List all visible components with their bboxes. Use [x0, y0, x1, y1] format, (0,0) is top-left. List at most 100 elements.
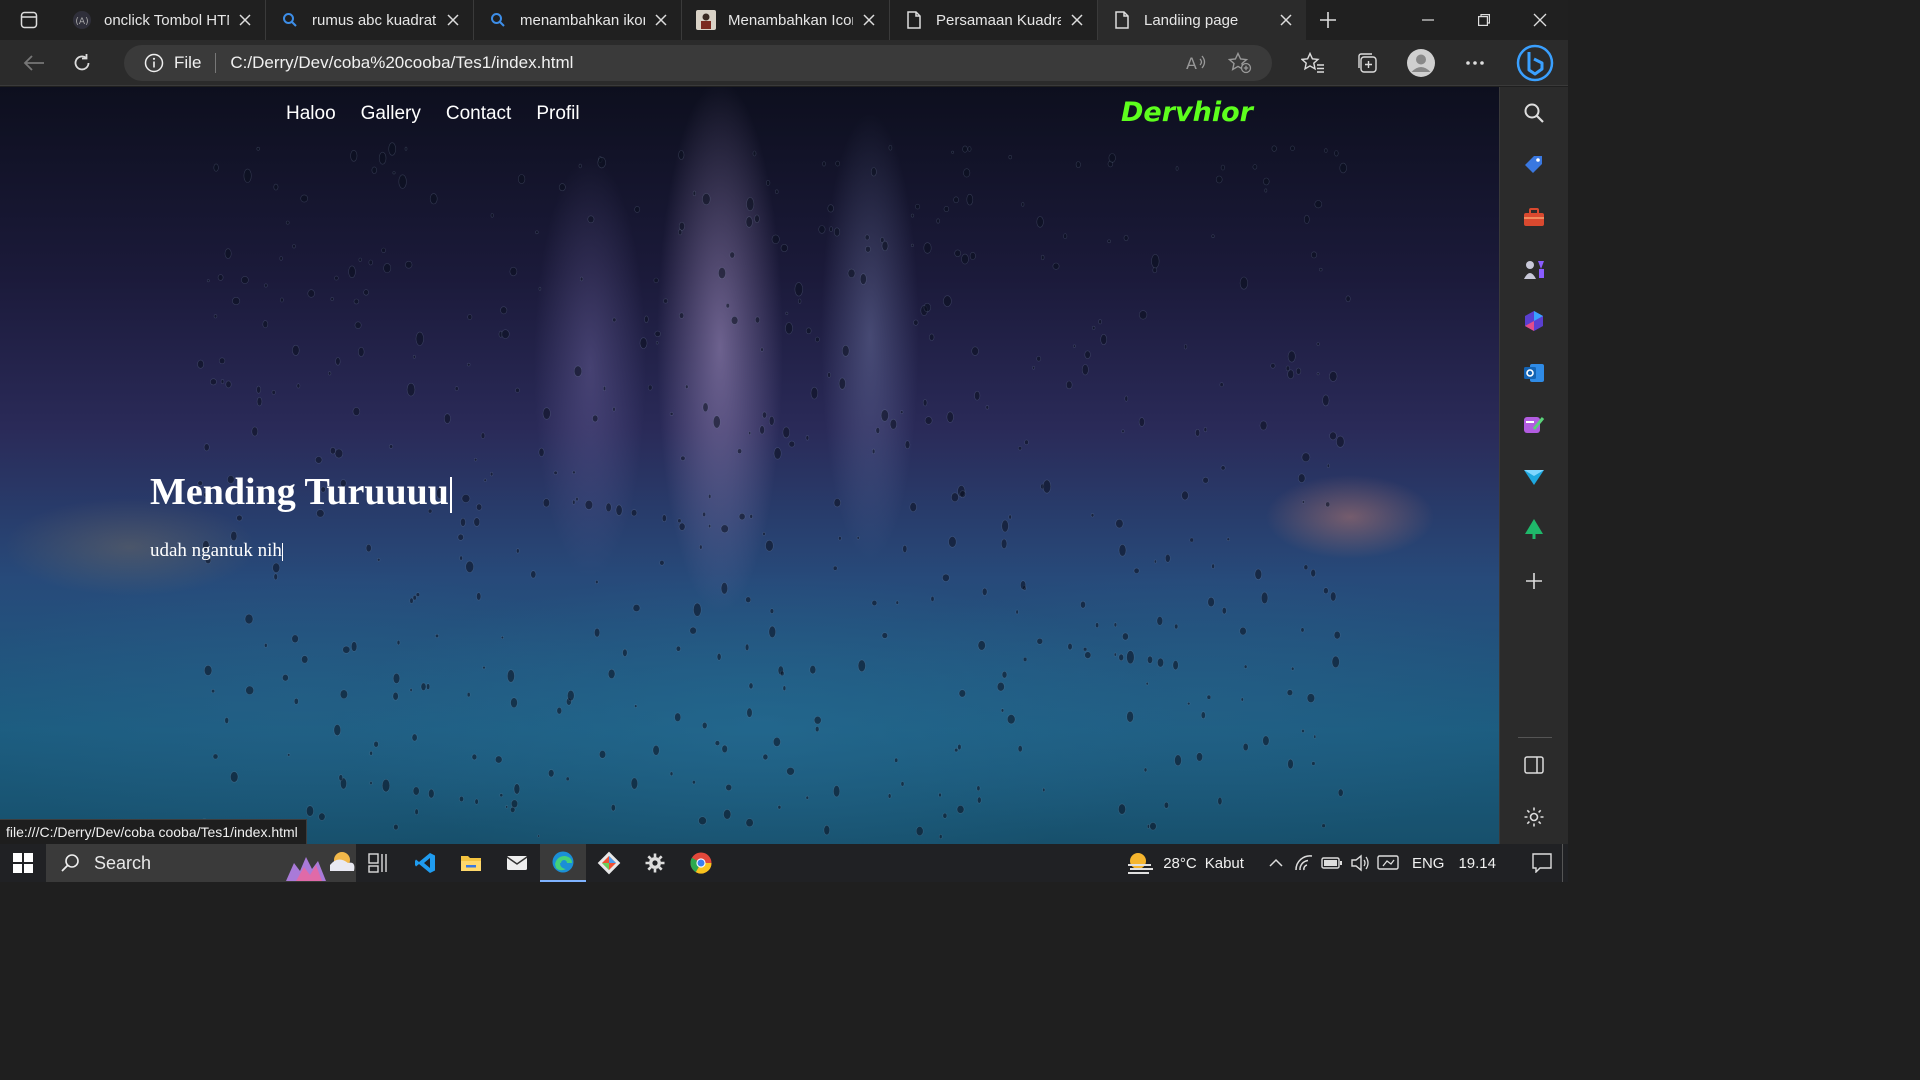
weather-widget[interactable]: 28°C Kabut: [1125, 850, 1244, 876]
windows-taskbar: Search 28°C Kabut ENG 19.14: [0, 844, 1568, 882]
url-text[interactable]: C:/Derry/Dev/coba%20cooba/Tes1/index.htm…: [230, 53, 573, 73]
rain-drop: [1040, 254, 1045, 261]
show-hidden-icons-button[interactable]: [1262, 858, 1290, 868]
rain-drop: [500, 306, 508, 315]
rain-drop: [467, 314, 473, 320]
rain-drop: [913, 319, 919, 326]
rain-drop: [612, 317, 617, 323]
nav-link-profil[interactable]: Profil: [536, 103, 579, 125]
volume-button[interactable]: [1346, 854, 1374, 872]
tab-rumus-abc[interactable]: rumus abc kuadrat: [266, 0, 474, 40]
rain-drop: [1174, 754, 1182, 767]
settings-more-button[interactable]: [1448, 43, 1502, 83]
scheme-label: File: [174, 53, 202, 72]
info-icon[interactable]: [144, 53, 164, 73]
sidebar-tools-button[interactable]: [1514, 197, 1554, 237]
sidebar-outlook-button[interactable]: [1514, 353, 1554, 393]
windows-logo-icon: [13, 853, 33, 873]
tab-menambahkan-icon[interactable]: Menambahkan Icon: [682, 0, 890, 40]
taskbar-app-edge[interactable]: [540, 844, 586, 882]
rain-drop: [976, 785, 981, 792]
taskbar-app-git[interactable]: [586, 844, 632, 882]
rain-drop: [473, 517, 481, 527]
sidebar-settings-button[interactable]: [1514, 797, 1554, 837]
sidebar-add-button[interactable]: [1514, 561, 1554, 601]
minimize-button[interactable]: [1400, 0, 1456, 40]
rain-drop: [924, 416, 933, 425]
close-window-button[interactable]: [1512, 0, 1568, 40]
rain-drop: [378, 151, 387, 165]
display-button[interactable]: [1374, 854, 1402, 872]
taskbar-app-settings[interactable]: [632, 844, 678, 882]
nav-link-contact[interactable]: Contact: [446, 103, 511, 125]
task-view-button[interactable]: [356, 844, 402, 882]
sidebar-games-button[interactable]: [1514, 249, 1554, 289]
rain-drop: [881, 632, 888, 639]
sidebar-tree-button[interactable]: [1514, 509, 1554, 549]
sidebar-m365-button[interactable]: [1514, 301, 1554, 341]
restore-button[interactable]: [1456, 0, 1512, 40]
close-icon[interactable]: [1276, 10, 1296, 30]
rain-drop: [1052, 262, 1060, 270]
tab-menambahkan-ikon[interactable]: menambahkan ikon: [474, 0, 682, 40]
rain-drop: [342, 645, 351, 654]
collections-button[interactable]: [1340, 43, 1394, 83]
show-desktop-strip[interactable]: [1562, 844, 1568, 882]
close-icon[interactable]: [443, 10, 463, 30]
notifications-button[interactable]: [1522, 853, 1562, 873]
tab-persamaan-kuadrat[interactable]: Persamaan Kuadrat: [890, 0, 1098, 40]
rain-drop: [809, 665, 817, 675]
language-indicator[interactable]: ENG: [1412, 855, 1445, 872]
battery-button[interactable]: [1318, 856, 1346, 870]
address-bar[interactable]: File C:/Derry/Dev/coba%20cooba/Tes1/inde…: [124, 45, 1272, 81]
search-icon: [488, 10, 508, 30]
tab-onclick-tombol[interactable]: (A) onclick Tombol HTM: [58, 0, 266, 40]
rain-drop: [515, 387, 520, 393]
profile-button[interactable]: [1394, 43, 1448, 83]
nav-link-gallery[interactable]: Gallery: [361, 103, 421, 125]
read-aloud-button[interactable]: A: [1174, 45, 1218, 81]
bing-copilot-button[interactable]: [1502, 43, 1568, 83]
site-logo[interactable]: Dervhior: [1121, 97, 1253, 128]
rain-drop: [1260, 591, 1269, 605]
new-tab-button[interactable]: [1306, 0, 1350, 40]
close-icon[interactable]: [235, 10, 255, 30]
rain-drop: [296, 383, 301, 389]
sidebar-designer-button[interactable]: [1514, 405, 1554, 445]
rain-drop: [1095, 622, 1100, 629]
start-button[interactable]: [0, 844, 46, 882]
taskbar-search[interactable]: Search: [46, 844, 356, 882]
rain-drop: [1080, 600, 1086, 609]
favorites-button[interactable]: [1286, 43, 1340, 83]
tab-actions-button[interactable]: [0, 0, 58, 40]
add-favorite-button[interactable]: [1218, 45, 1262, 81]
rain-drop: [1183, 344, 1188, 350]
rain-drop: [377, 558, 381, 562]
nav-link-haloo[interactable]: Haloo: [286, 103, 336, 125]
taskbar-app-mail[interactable]: [494, 844, 540, 882]
sidebar-search-button[interactable]: [1514, 93, 1554, 133]
rain-drop: [567, 689, 575, 702]
close-icon[interactable]: [1067, 10, 1087, 30]
close-icon[interactable]: [651, 10, 671, 30]
sidebar-split-screen-button[interactable]: [1514, 745, 1554, 785]
rain-drop: [392, 171, 396, 175]
rain-drop: [754, 214, 760, 224]
network-button[interactable]: [1290, 854, 1318, 872]
tab-landiing-page[interactable]: Landiing page: [1098, 0, 1306, 40]
refresh-button[interactable]: [58, 43, 106, 83]
sidebar-drop-button[interactable]: [1514, 457, 1554, 497]
rain-drop: [1113, 622, 1117, 628]
rain-drop: [1220, 465, 1226, 471]
rain-drop: [538, 447, 545, 457]
rain-drop: [782, 426, 790, 439]
back-button[interactable]: [10, 43, 58, 83]
rain-drop: [768, 625, 776, 639]
sidebar-shopping-button[interactable]: [1514, 145, 1554, 185]
taskbar-app-chrome[interactable]: [678, 844, 724, 882]
clock[interactable]: 19.14: [1458, 855, 1496, 872]
close-icon[interactable]: [859, 10, 879, 30]
taskbar-app-file-explorer[interactable]: [448, 844, 494, 882]
rain-drop: [292, 344, 300, 356]
taskbar-app-vscode[interactable]: [402, 844, 448, 882]
